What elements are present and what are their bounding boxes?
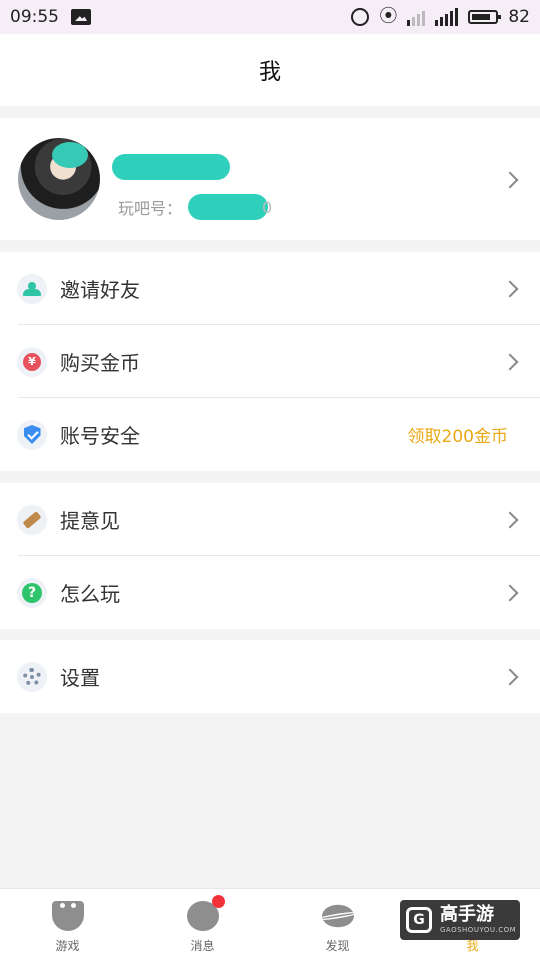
tab-label: 发现 [325,939,350,953]
tab-games[interactable]: 游戏 [0,889,135,961]
menu-group-1: 邀请好友 ¥ 购买金币 账号安全 领取200金币 [0,252,540,471]
menu-item-how-to-play[interactable]: ? 怎么玩 [0,556,540,629]
signal-icon [435,8,459,26]
tab-discover[interactable]: 发现 [270,889,405,961]
chevron-right-icon [501,584,519,601]
chevron-right-icon [501,511,519,528]
unread-badge [211,895,225,908]
profile-card[interactable]: 玩吧号： 0 [0,118,540,240]
chevron-right-icon [501,171,519,189]
shield-icon [17,419,47,450]
avatar-redaction [52,142,88,168]
status-right: ⦿ 82 [351,0,530,34]
menu-item-label: 提意见 [60,509,120,533]
image-notification-icon [71,9,91,25]
watermark-brand: 高手游 [440,904,494,925]
reward-coins-link[interactable]: 领取200金币 [408,422,508,447]
signal-4g-icon [407,8,426,26]
menu-group-2: 提意见 ? 怎么玩 [0,483,540,629]
gear-icon [17,661,47,692]
user-id-row: 玩吧号： 0 [118,194,272,220]
watermark-logo: G 高手游 GAOSHOUYOU.COM [400,900,520,940]
tab-messages[interactable]: 消息 [135,889,270,961]
tab-label: 消息 [190,939,215,953]
status-bar: 09:55 ⦿ 82 [0,0,540,34]
menu-group-3: 设置 [0,640,540,713]
menu-item-buy-coins[interactable]: ¥ 购买金币 [0,325,540,398]
game-face-icon [51,901,84,931]
battery-level: 82 [508,7,530,27]
avatar[interactable] [18,138,100,220]
alarm-icon [351,8,370,26]
nickname-redacted [112,154,230,180]
menu-item-label: 购买金币 [60,351,140,375]
battery-icon [468,10,502,24]
watermark-domain: GAOSHOUYOU.COM [440,926,517,934]
menu-item-label: 怎么玩 [60,582,120,606]
watermark-text: 高手游 GAOSHOUYOU.COM [440,906,516,934]
invite-friends-icon [17,273,47,304]
planet-icon [321,904,354,928]
menu-item-label: 设置 [60,666,100,690]
message-bubble-icon [186,895,225,931]
chevron-right-icon [501,668,519,685]
user-id-tail: 0 [262,197,273,217]
menu-item-label: 账号安全 [60,424,140,448]
tab-label: 游戏 [55,939,80,953]
coin-bag-icon: ¥ [17,346,47,377]
user-id-label: 玩吧号： [118,199,183,218]
pencil-icon [17,504,47,535]
menu-item-account-security[interactable]: 账号安全 领取200金币 [0,398,540,471]
help-icon: ? [17,577,47,608]
wifi-icon: ⦿ [379,6,398,27]
menu-item-label: 邀请好友 [60,278,140,302]
watermark-g-icon: G [406,907,432,933]
menu-item-settings[interactable]: 设置 [0,640,540,713]
menu-item-feedback[interactable]: 提意见 [0,483,540,556]
page-title: 我 [258,60,281,85]
status-time: 09:55 [10,7,59,27]
user-id-redacted [188,194,269,220]
chevron-right-icon [501,280,519,297]
menu-item-invite-friends[interactable]: 邀请好友 [0,252,540,325]
chevron-right-icon [501,353,519,370]
page-header: 我 [0,34,540,106]
